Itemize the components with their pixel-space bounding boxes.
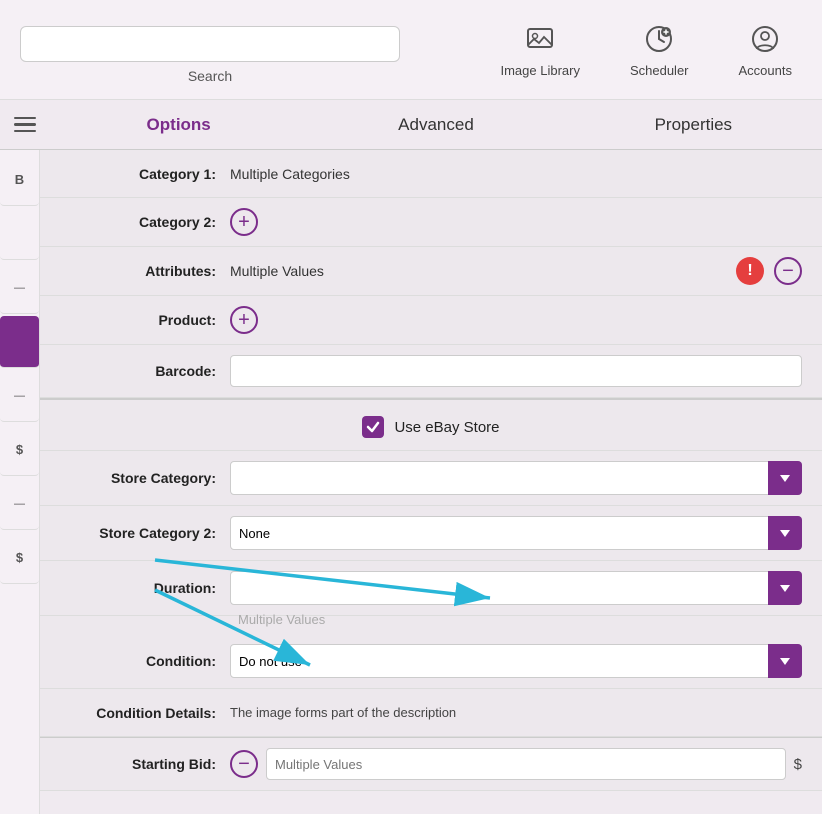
- ebay-store-checkbox[interactable]: [362, 416, 384, 438]
- starting-bid-section: Starting Bid: − $: [40, 737, 822, 791]
- sidebar-item-7[interactable]: —: [0, 478, 39, 530]
- accounts-label: Accounts: [739, 63, 792, 78]
- accounts-icon: [747, 21, 783, 57]
- attributes-remove-button[interactable]: −: [774, 257, 802, 285]
- sidebar-item-1[interactable]: B: [0, 154, 39, 206]
- content-area: Category 1: Multiple Categories Category…: [40, 150, 822, 814]
- store-category-select[interactable]: [230, 461, 802, 495]
- attributes-value: Multiple Values: [230, 263, 736, 279]
- sidebar: B — — $ — $: [0, 150, 40, 814]
- condition-select[interactable]: Do not use: [230, 644, 802, 678]
- store-category2-label: Store Category 2:: [60, 525, 230, 541]
- sidebar-item-3[interactable]: —: [0, 262, 39, 314]
- duration-hint: Multiple Values: [238, 612, 325, 627]
- condition-select-wrapper: Do not use: [230, 644, 802, 678]
- accounts-button[interactable]: Accounts: [739, 21, 792, 78]
- attributes-error-icon: !: [736, 257, 764, 285]
- starting-bid-row: Starting Bid: − $: [40, 738, 822, 791]
- condition-details-value: The image forms part of the description: [230, 705, 802, 720]
- sidebar-item-4[interactable]: [0, 316, 39, 368]
- toolbar-icons: Image Library Scheduler: [500, 21, 812, 78]
- store-category2-select-wrapper: None: [230, 516, 802, 550]
- category2-row: Category 2: +: [40, 198, 822, 247]
- tab-options[interactable]: Options: [50, 103, 307, 147]
- dollar-icon: $: [786, 756, 802, 773]
- product-label: Product:: [60, 312, 230, 328]
- tab-advanced[interactable]: Advanced: [307, 103, 564, 147]
- search-area: Search: [10, 16, 500, 84]
- starting-bid-label: Starting Bid:: [60, 756, 230, 772]
- scheduler-button[interactable]: Scheduler: [630, 21, 689, 78]
- product-add-button[interactable]: +: [230, 306, 258, 334]
- condition-label: Condition:: [60, 653, 230, 669]
- store-category2-select[interactable]: None: [230, 516, 802, 550]
- toolbar: Search Image Library: [0, 0, 822, 100]
- ebay-store-row: Use eBay Store: [40, 404, 822, 451]
- condition-details-label: Condition Details:: [60, 705, 230, 721]
- sidebar-item-2[interactable]: [0, 208, 39, 260]
- store-category-select-wrapper: [230, 461, 802, 495]
- image-library-button[interactable]: Image Library: [500, 21, 579, 78]
- tab-properties[interactable]: Properties: [565, 103, 822, 147]
- search-label: Search: [20, 68, 400, 84]
- store-category2-row: Store Category 2: None: [40, 506, 822, 561]
- sidebar-item-5[interactable]: —: [0, 370, 39, 422]
- duration-select[interactable]: [230, 571, 802, 605]
- barcode-input[interactable]: [230, 355, 802, 387]
- condition-row: Condition: Do not use: [40, 634, 822, 689]
- starting-bid-input[interactable]: [266, 748, 786, 780]
- attributes-label: Attributes:: [60, 263, 230, 279]
- scheduler-label: Scheduler: [630, 63, 689, 78]
- search-input-box[interactable]: [20, 26, 400, 62]
- tabs-row: Options Advanced Properties: [0, 100, 822, 150]
- image-library-label: Image Library: [500, 63, 579, 78]
- scheduler-icon: [641, 21, 677, 57]
- category2-add-button[interactable]: +: [230, 208, 258, 236]
- duration-row: Duration: Multiple Values: [40, 561, 822, 616]
- category1-label: Category 1:: [60, 166, 230, 182]
- ebay-store-label: Use eBay Store: [394, 419, 499, 436]
- image-library-icon: [522, 21, 558, 57]
- duration-select-wrapper: Multiple Values: [230, 571, 802, 605]
- store-category-label: Store Category:: [60, 470, 230, 486]
- store-section: Use eBay Store Store Category: Store Cat…: [40, 398, 822, 737]
- hamburger-menu[interactable]: [0, 117, 50, 133]
- main-layout: B — — $ — $ Category 1: Multiple Categor…: [0, 150, 822, 814]
- sidebar-item-8[interactable]: $: [0, 532, 39, 584]
- category1-value: Multiple Categories: [230, 166, 802, 182]
- barcode-row: Barcode:: [40, 345, 822, 398]
- product-row: Product: +: [40, 296, 822, 345]
- form-section-top: Category 1: Multiple Categories Category…: [40, 150, 822, 398]
- attributes-row: Attributes: Multiple Values ! −: [40, 247, 822, 296]
- duration-label: Duration:: [60, 580, 230, 596]
- barcode-label: Barcode:: [60, 363, 230, 379]
- category2-label: Category 2:: [60, 214, 230, 230]
- condition-details-row: Condition Details: The image forms part …: [40, 689, 822, 737]
- starting-bid-remove-button[interactable]: −: [230, 750, 258, 778]
- category1-row: Category 1: Multiple Categories: [40, 150, 822, 198]
- store-category-row: Store Category:: [40, 451, 822, 506]
- sidebar-item-6[interactable]: $: [0, 424, 39, 476]
